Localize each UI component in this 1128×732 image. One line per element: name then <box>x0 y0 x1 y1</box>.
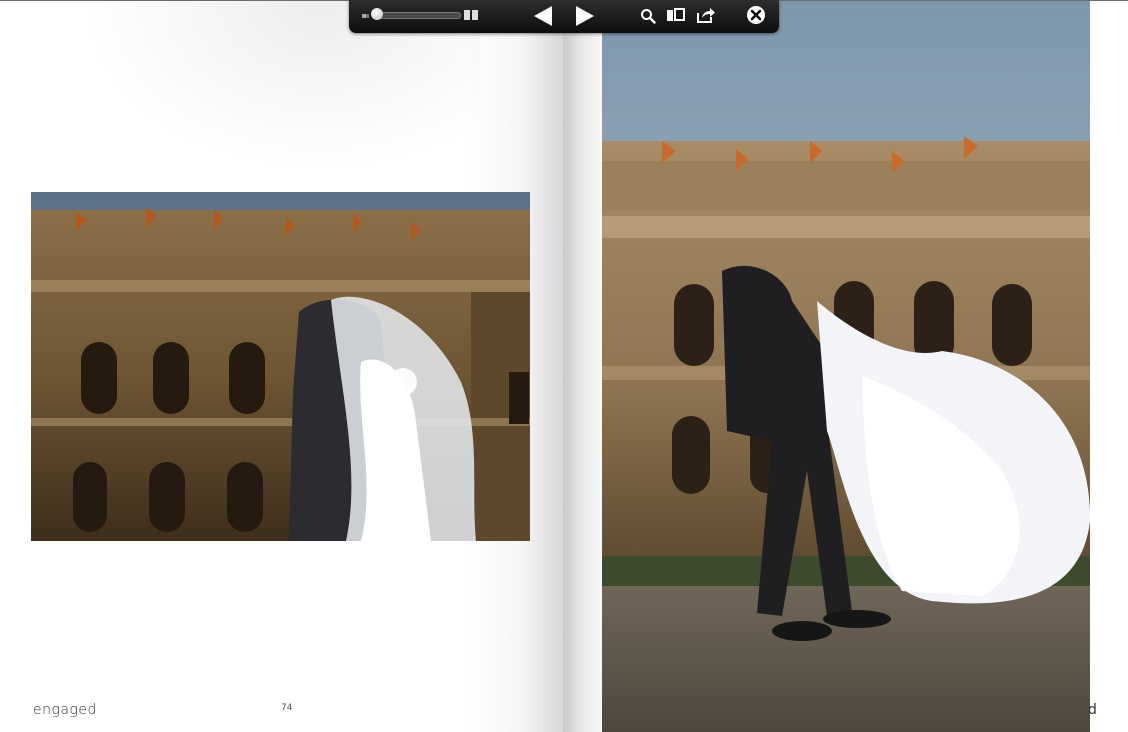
magazine-brand-right: d <box>1088 702 1097 718</box>
search-icon <box>641 9 656 24</box>
previous-page-button[interactable] <box>531 3 555 29</box>
page-number: 74 <box>281 703 293 713</box>
zoom-in-icon[interactable] <box>463 9 479 21</box>
magazine-brand: engaged <box>33 702 97 718</box>
viewer-toolbar <box>349 0 779 33</box>
close-icon <box>747 6 765 24</box>
next-page-button[interactable] <box>573 3 597 29</box>
photo-couple-lift <box>602 1 1090 732</box>
thumbnails-icon <box>667 8 685 21</box>
triangle-left-icon <box>534 6 552 26</box>
share-button[interactable] <box>696 6 716 24</box>
zoom-out-icon[interactable] <box>362 12 370 20</box>
triangle-right-icon <box>576 6 594 26</box>
zoom-slider-track[interactable] <box>373 12 461 19</box>
close-button[interactable] <box>745 4 767 26</box>
share-icon <box>697 8 715 23</box>
thumbnails-button[interactable] <box>666 6 686 24</box>
zoom-slider-handle[interactable] <box>371 8 383 20</box>
photo-couple-kiss <box>31 192 530 541</box>
search-button[interactable] <box>640 7 656 25</box>
